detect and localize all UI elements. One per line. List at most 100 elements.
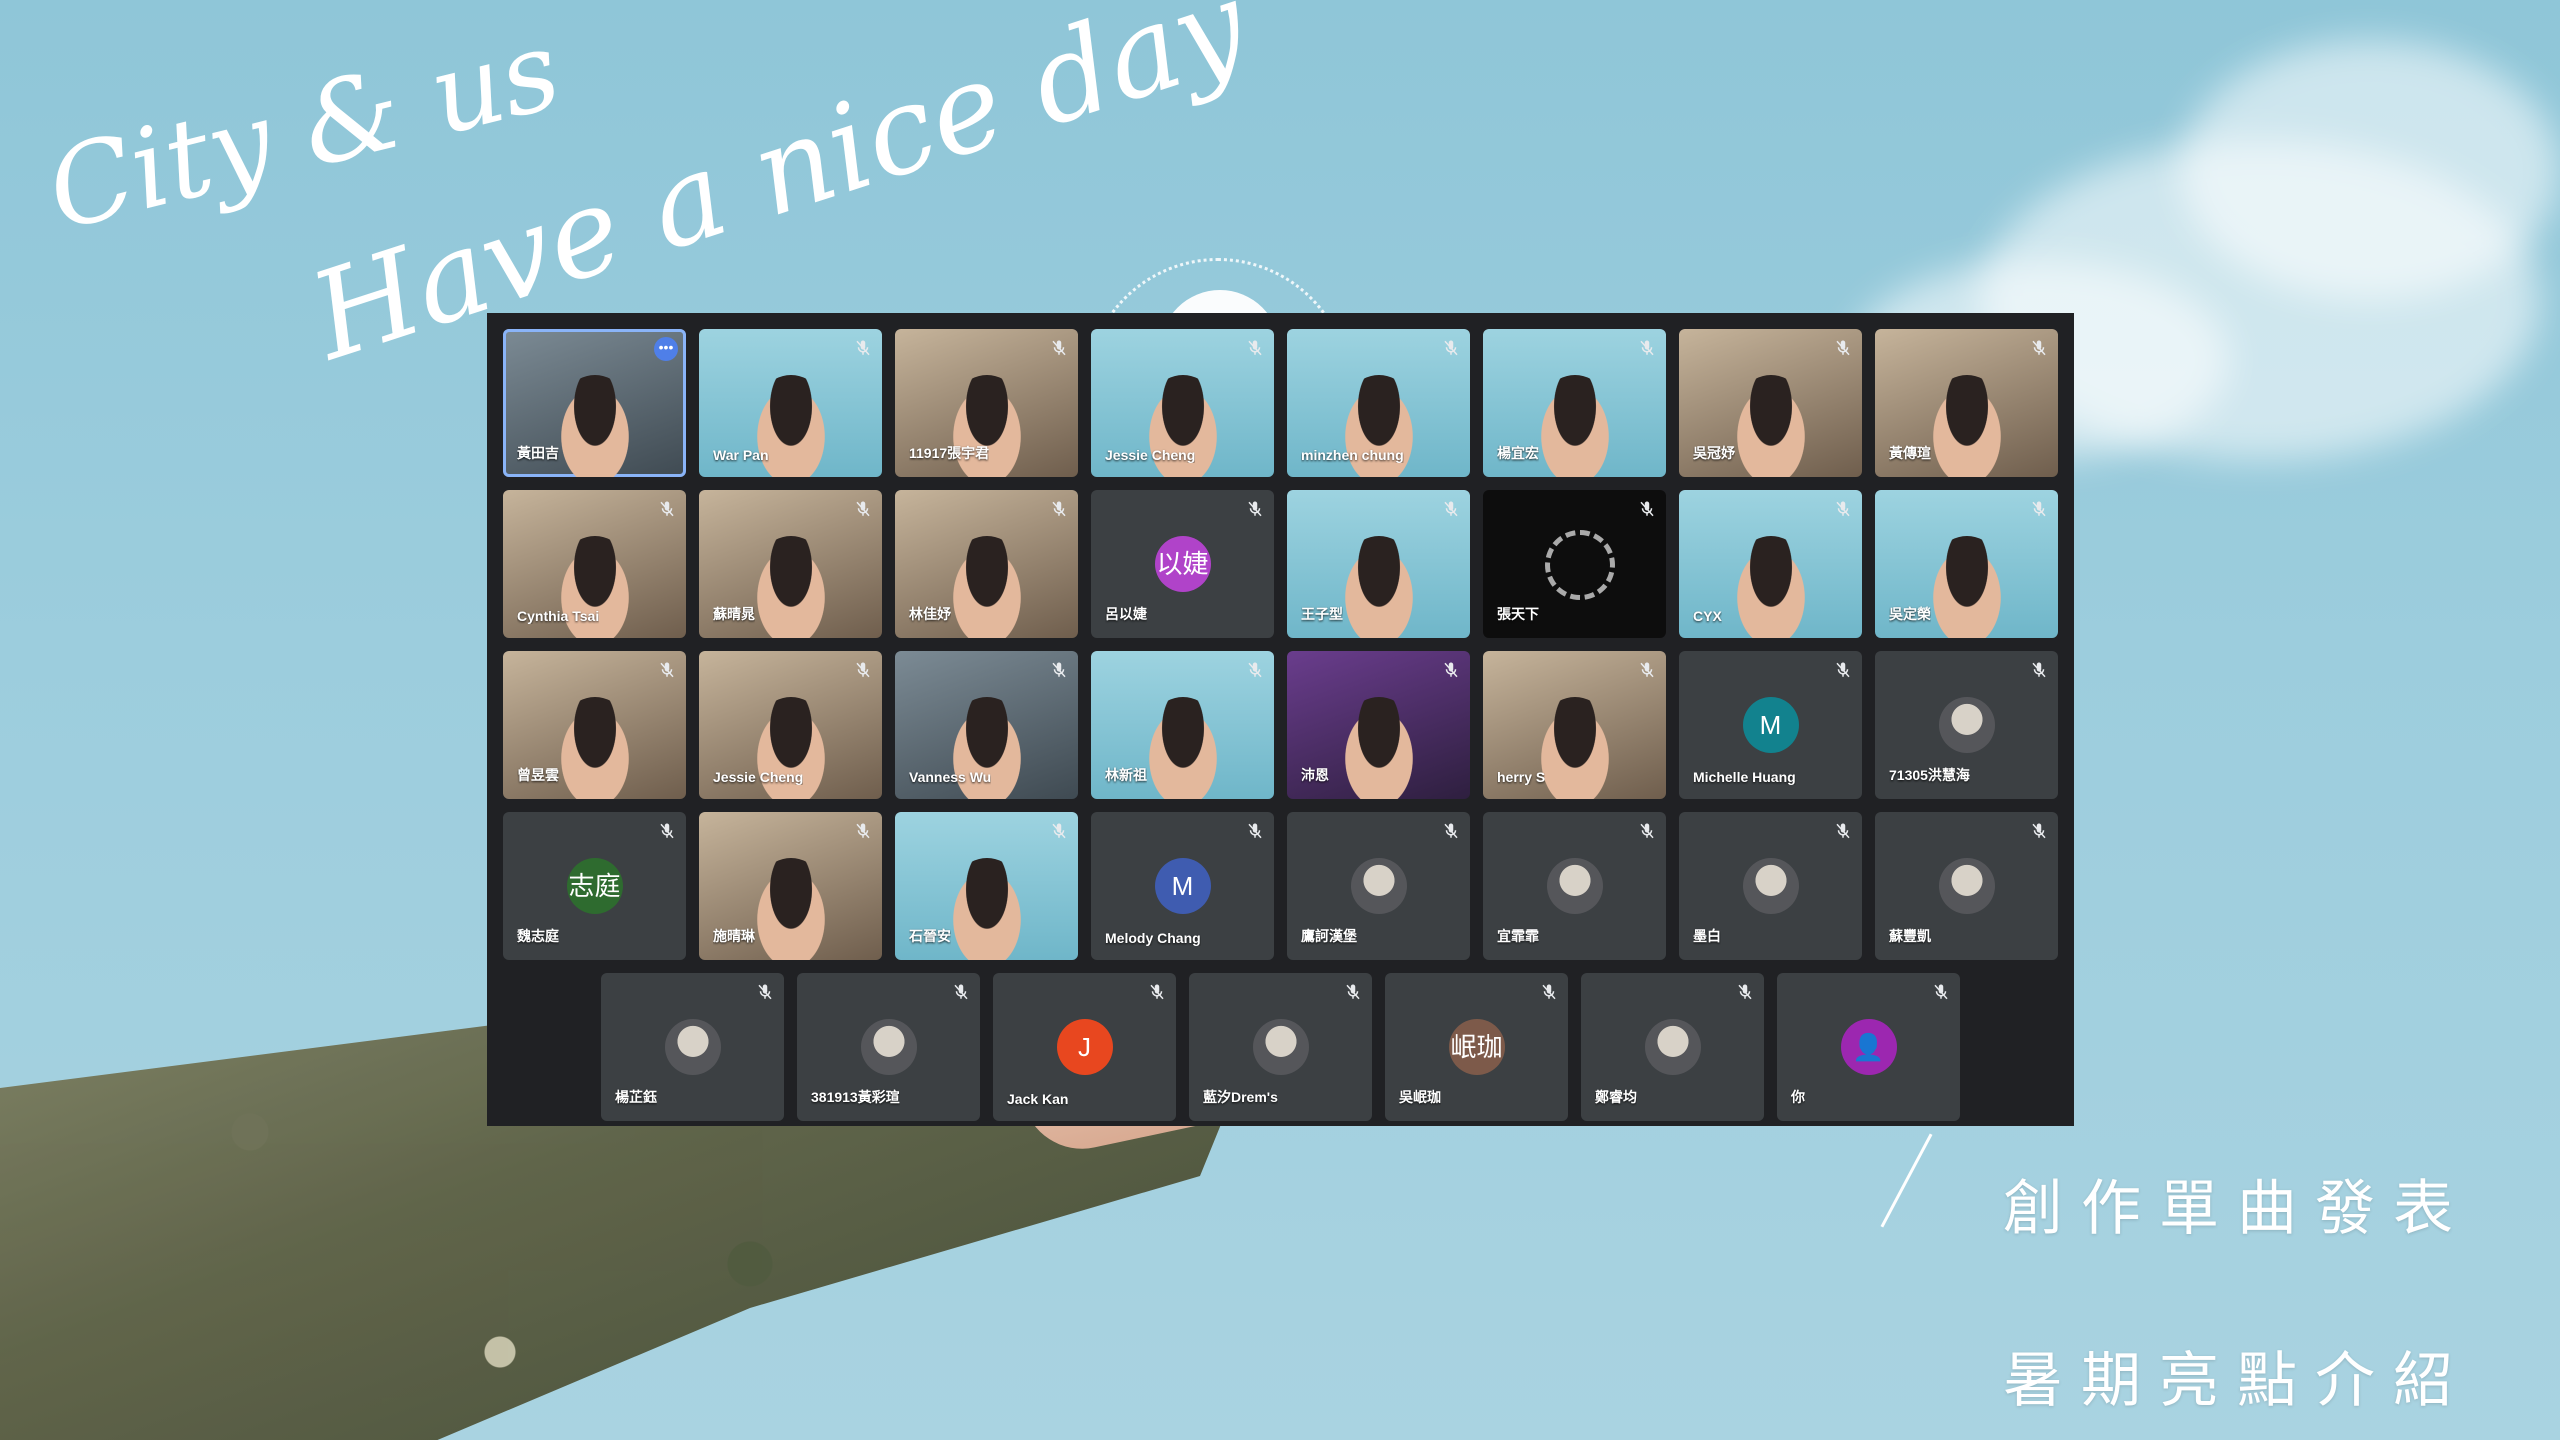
participant-name: 11917張宇君 — [909, 445, 990, 461]
participant-tile[interactable]: herry S — [1483, 651, 1666, 799]
participant-name: 魏志庭 — [517, 928, 559, 944]
avatar — [1938, 858, 1995, 914]
participant-tile[interactable]: ••• 黃田吉 — [503, 329, 686, 477]
participant-name: 黃田吉 — [517, 445, 559, 461]
participant-tile[interactable]: 王子型 — [1287, 490, 1470, 638]
participant-tile[interactable]: Jessie Cheng — [1091, 329, 1274, 477]
participant-name: Michelle Huang — [1693, 769, 1796, 785]
participant-tile[interactable]: CYX — [1679, 490, 1862, 638]
participant-tile[interactable]: 岷珈 吳岷珈 — [1385, 973, 1568, 1121]
participant-tile[interactable]: 石晉安 — [895, 812, 1078, 960]
participant-video — [1727, 375, 1814, 477]
participant-tile[interactable]: 張天下 — [1483, 490, 1666, 638]
participant-tile[interactable]: 施晴琳 — [699, 812, 882, 960]
avatar — [860, 1019, 917, 1075]
participant-tile[interactable]: M Michelle Huang — [1679, 651, 1862, 799]
mic-off-icon — [658, 822, 676, 840]
participant-name: 王子型 — [1301, 606, 1343, 622]
participant-tile[interactable]: 71305洪慧海 — [1875, 651, 2058, 799]
participant-video — [1531, 375, 1618, 477]
participant-tile[interactable]: 蘇豐凱 — [1875, 812, 2058, 960]
participant-tile[interactable]: Jessie Cheng — [699, 651, 882, 799]
participant-name: herry S — [1497, 769, 1546, 785]
mic-off-icon — [1638, 500, 1656, 518]
participant-tile[interactable]: 墨白 — [1679, 812, 1862, 960]
avatar — [1546, 858, 1603, 914]
participant-name: Jessie Cheng — [1105, 447, 1196, 463]
participant-tile[interactable]: 👤 你 — [1777, 973, 1960, 1121]
participant-tile[interactable]: 鄭睿均 — [1581, 973, 1764, 1121]
participant-tile[interactable]: 鷹訶漢堡 — [1287, 812, 1470, 960]
participant-tile[interactable]: 吳冠妤 — [1679, 329, 1862, 477]
mic-off-icon — [1834, 822, 1852, 840]
participant-tile[interactable]: 楊芷鈺 — [601, 973, 784, 1121]
mic-off-icon — [1442, 661, 1460, 679]
avatar: 👤 — [1840, 1019, 1897, 1075]
participant-tile[interactable]: Vanness Wu — [895, 651, 1078, 799]
loading-spinner-icon — [1544, 530, 1615, 600]
participant-video — [551, 375, 638, 477]
avatar — [1742, 858, 1799, 914]
participant-name: 曾昱雲 — [517, 767, 559, 783]
mic-off-icon — [1442, 822, 1460, 840]
mic-off-icon — [854, 661, 872, 679]
participant-tile[interactable]: War Pan — [699, 329, 882, 477]
participant-tile[interactable]: minzhen chung — [1287, 329, 1470, 477]
mic-off-icon — [2030, 661, 2048, 679]
mic-off-icon — [1442, 500, 1460, 518]
participant-name: 鷹訶漢堡 — [1301, 928, 1357, 944]
participant-tile[interactable]: 藍汐Drem's — [1189, 973, 1372, 1121]
mic-off-icon — [2030, 822, 2048, 840]
participant-tile[interactable]: 宜霏霏 — [1483, 812, 1666, 960]
participant-name: 宜霏霏 — [1497, 928, 1539, 944]
participant-name: 林新祖 — [1105, 767, 1147, 783]
mic-off-icon — [1834, 500, 1852, 518]
participant-name: 沛恩 — [1301, 767, 1329, 783]
participant-name: Melody Chang — [1105, 930, 1201, 946]
mic-off-icon — [1050, 822, 1068, 840]
mic-off-icon — [1246, 500, 1264, 518]
mic-off-icon — [658, 661, 676, 679]
more-options-icon[interactable]: ••• — [654, 337, 678, 361]
mic-off-icon — [2030, 500, 2048, 518]
participant-tile[interactable]: M Melody Chang — [1091, 812, 1274, 960]
participant-name: 黃傳瑄 — [1889, 445, 1931, 461]
mic-off-icon — [756, 983, 774, 1001]
mic-off-icon — [854, 500, 872, 518]
participant-video — [943, 858, 1030, 960]
avatar — [1644, 1019, 1701, 1075]
participant-tile[interactable]: Cynthia Tsai — [503, 490, 686, 638]
participant-tile[interactable]: 以婕 呂以婕 — [1091, 490, 1274, 638]
participant-tile[interactable]: 志庭 魏志庭 — [503, 812, 686, 960]
participant-name: 鄭睿均 — [1595, 1089, 1637, 1105]
participant-tile[interactable]: J Jack Kan — [993, 973, 1176, 1121]
participant-tile[interactable]: 林新祖 — [1091, 651, 1274, 799]
avatar: 以婕 — [1154, 536, 1211, 592]
participant-tile[interactable]: 吳定榮 — [1875, 490, 2058, 638]
participant-tile[interactable]: 381913黃彩瑄 — [797, 973, 980, 1121]
participant-name: 施晴琳 — [713, 928, 755, 944]
participant-name: Jack Kan — [1007, 1091, 1069, 1107]
participant-tile[interactable]: 林佳妤 — [895, 490, 1078, 638]
participant-name: minzhen chung — [1301, 447, 1404, 463]
caption-bottom: 暑期亮點介紹 — [2003, 1346, 2471, 1416]
avatar — [1938, 697, 1995, 753]
mic-off-icon — [1246, 661, 1264, 679]
participant-tile[interactable]: 曾昱雲 — [503, 651, 686, 799]
participant-video — [747, 536, 834, 638]
participant-tile[interactable]: 黃傳瑄 — [1875, 329, 2058, 477]
participant-video — [1139, 697, 1226, 799]
mic-off-icon — [658, 500, 676, 518]
mic-off-icon — [1246, 822, 1264, 840]
participant-tile[interactable]: 11917張宇君 — [895, 329, 1078, 477]
avatar: 岷珈 — [1448, 1019, 1505, 1075]
avatar — [664, 1019, 721, 1075]
participant-video — [747, 858, 834, 960]
mic-off-icon — [1050, 339, 1068, 357]
participant-name: 71305洪慧海 — [1889, 767, 1970, 783]
participant-tile[interactable]: 楊宜宏 — [1483, 329, 1666, 477]
avatar — [1252, 1019, 1309, 1075]
participant-name: 石晉安 — [909, 928, 951, 944]
participant-tile[interactable]: 沛恩 — [1287, 651, 1470, 799]
participant-tile[interactable]: 蘇晴晁 — [699, 490, 882, 638]
